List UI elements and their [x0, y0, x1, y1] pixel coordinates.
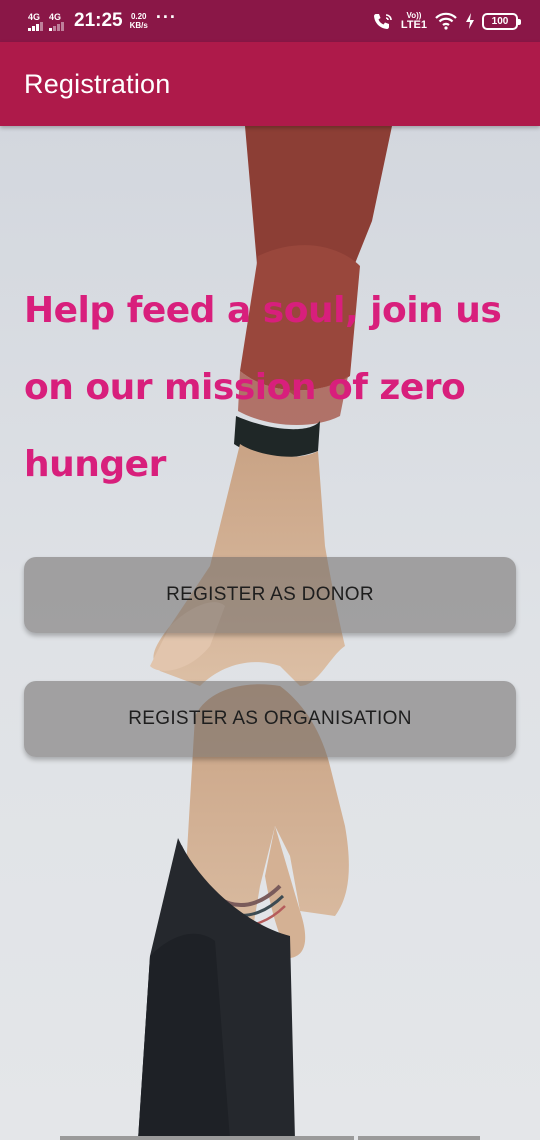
- battery-icon: 100: [482, 12, 521, 30]
- register-organisation-button[interactable]: REGISTER AS ORGANISATION: [24, 681, 516, 757]
- sim1-label: 4G: [28, 11, 41, 22]
- clock: 21:25: [74, 10, 123, 31]
- gesture-nav-bar[interactable]: [358, 1136, 480, 1140]
- headline: Help feed a soul, join us on our mission…: [24, 290, 502, 485]
- register-donor-label: REGISTER AS DONOR: [166, 584, 374, 605]
- charging-icon: [466, 13, 474, 29]
- sim2-label: 4G: [49, 11, 62, 22]
- page-title: Registration: [24, 68, 171, 99]
- status-bar: 4G 4G 21:25 0.20 KB/s ··· Vo)) LTE1 100: [0, 0, 540, 42]
- gesture-nav-bar[interactable]: [60, 1136, 354, 1140]
- network-speed: 0.20 KB/s: [130, 12, 148, 30]
- register-donor-button[interactable]: REGISTER AS DONOR: [24, 557, 516, 633]
- speed-value: 0.20: [130, 12, 147, 21]
- wifi-calling-icon: [373, 14, 392, 29]
- signal-icon: 4G: [49, 12, 64, 31]
- battery-level: 100: [491, 15, 509, 27]
- app-bar: Registration: [0, 42, 540, 126]
- volte-bottom: LTE1: [400, 19, 427, 31]
- more-notifications-icon: ···: [155, 6, 177, 27]
- volte-indicator: Vo)) LTE1: [401, 11, 427, 31]
- speed-unit: KB/s: [129, 21, 148, 30]
- screen: 4G 4G 21:25 0.20 KB/s ··· Vo)) LTE1 100 …: [0, 0, 540, 1140]
- wifi-icon: [435, 12, 457, 30]
- register-organisation-label: REGISTER AS ORGANISATION: [128, 708, 412, 729]
- signal-icon: 4G: [28, 12, 43, 31]
